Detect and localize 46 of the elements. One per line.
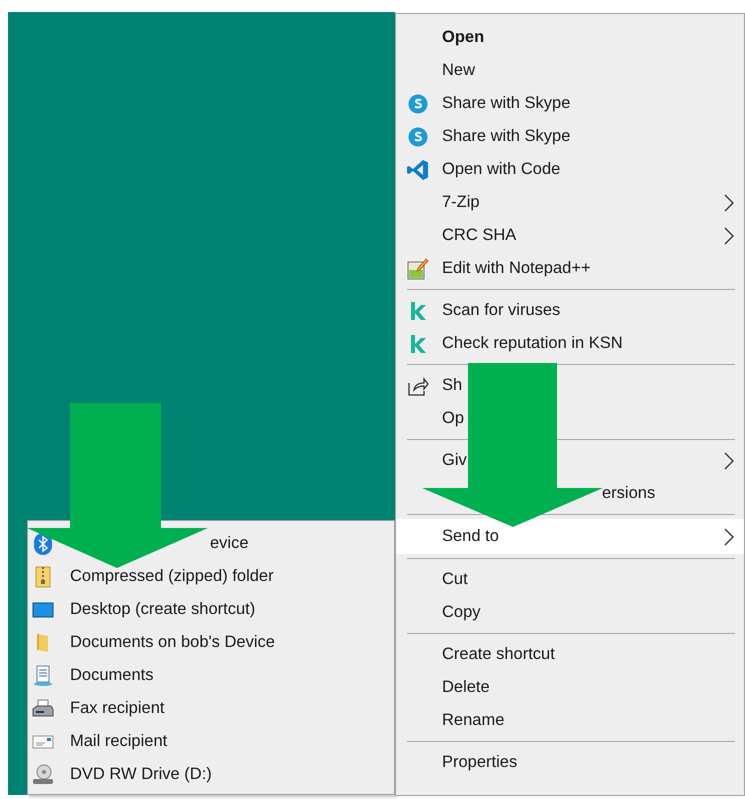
menu-item[interactable]: CRC SHA [396, 219, 744, 252]
menu-item[interactable]: 7-Zip [396, 186, 744, 219]
menu-item[interactable]: New [396, 54, 744, 87]
menu-item[interactable]: Desktop (create shortcut) [28, 593, 394, 626]
share-icon [407, 376, 429, 396]
menu-item[interactable]: Create shortcut [396, 638, 744, 671]
menu-item[interactable]: Scan for viruses [396, 294, 744, 327]
menu-item[interactable]: Documents on bob's Device [28, 626, 394, 659]
chevron-right-icon [724, 452, 734, 470]
folder-icon [36, 632, 50, 654]
menu-item[interactable]: ersions [396, 477, 744, 510]
menu-item[interactable]: Compressed (zipped) folder [28, 560, 394, 593]
mail-icon [32, 734, 54, 750]
menu-item[interactable]: Open with Code [396, 153, 744, 186]
menu-item[interactable]: Share with Skype [396, 120, 744, 153]
menu-item[interactable]: Mail recipient [28, 725, 394, 758]
menu-item[interactable]: Open [396, 21, 744, 54]
skype-icon [408, 94, 428, 114]
menu-item[interactable]: Delete [396, 671, 744, 704]
menu-item[interactable]: Sh [396, 369, 744, 402]
menu-item[interactable]: Check reputation in KSN [396, 327, 744, 360]
notepad-icon [407, 258, 429, 280]
desktop-icon [32, 600, 54, 618]
menu-item[interactable]: Giv [396, 444, 744, 477]
chevron-right-icon [724, 194, 734, 212]
kaspersky-icon [410, 334, 426, 354]
menu-item[interactable]: Documents [28, 659, 394, 692]
menu-item[interactable]: Rename [396, 704, 744, 737]
fax-icon [32, 698, 54, 718]
menu-item[interactable]: Fax recipient [28, 692, 394, 725]
menu-item[interactable]: Properties [396, 746, 744, 779]
menu-item[interactable]: Copy [396, 596, 744, 629]
kaspersky-icon [410, 300, 426, 320]
menu-item[interactable]: Send to [396, 519, 744, 554]
menu-item[interactable]: Cut [396, 563, 744, 596]
dvd-drive-icon [32, 764, 54, 786]
skype-icon [408, 126, 428, 146]
menu-item[interactable]: DVD RW Drive (D:) [28, 758, 394, 791]
chevron-right-icon [724, 528, 734, 546]
zip-folder-icon [35, 566, 51, 588]
code-icon [407, 158, 429, 180]
menu-item[interactable]: Share with Skype [396, 87, 744, 120]
documents-icon [33, 664, 53, 686]
menu-item[interactable]: Op [396, 402, 744, 435]
menu-item[interactable]: Edit with Notepad++ [396, 252, 744, 285]
chevron-right-icon [724, 226, 734, 244]
